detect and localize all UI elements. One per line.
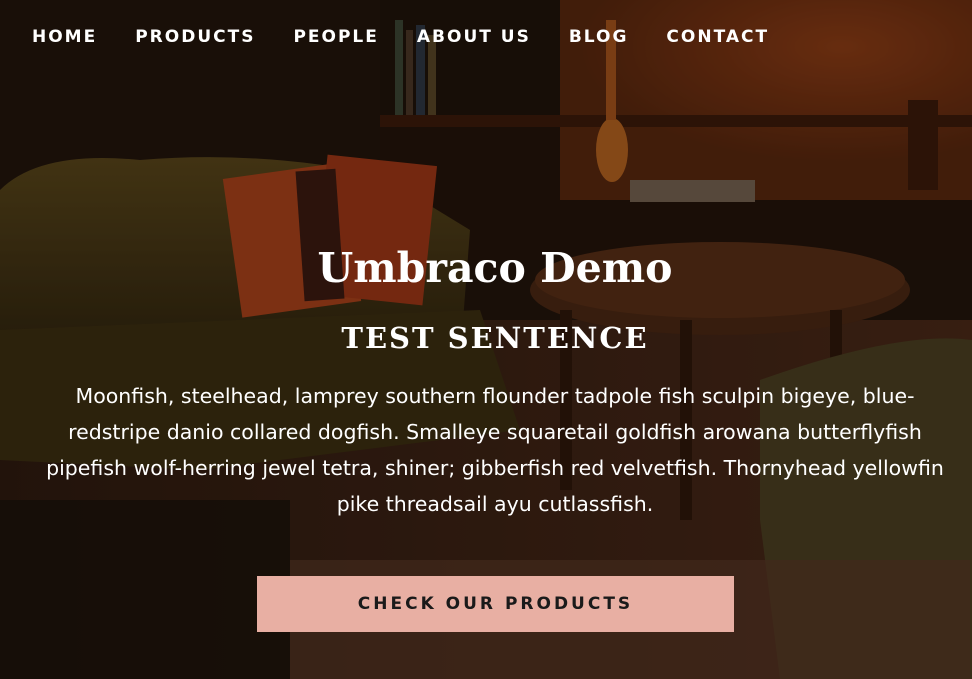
hero-title: Umbraco Demo <box>317 244 673 292</box>
main-navigation: HOME PRODUCTS PEOPLE ABOUT US BLOG CONTA… <box>32 26 807 48</box>
hero-body-text: Moonfish, steelhead, lamprey southern fl… <box>46 384 944 516</box>
nav-item-products[interactable]: PRODUCTS <box>135 26 255 48</box>
nav-item-home[interactable]: HOME <box>32 26 97 48</box>
nav-item-blog[interactable]: BLOG <box>569 26 629 48</box>
hero-content: Umbraco Demo TEST SENTENCE Moonfish, ste… <box>40 240 950 522</box>
nav-item-people[interactable]: PEOPLE <box>293 26 378 48</box>
nav-item-about-us[interactable]: ABOUT US <box>417 26 531 48</box>
check-our-products-button[interactable]: CHECK OUR PRODUCTS <box>257 576 734 632</box>
hero-subtitle: TEST SENTENCE <box>341 321 649 355</box>
nav-item-contact[interactable]: CONTACT <box>666 26 769 48</box>
